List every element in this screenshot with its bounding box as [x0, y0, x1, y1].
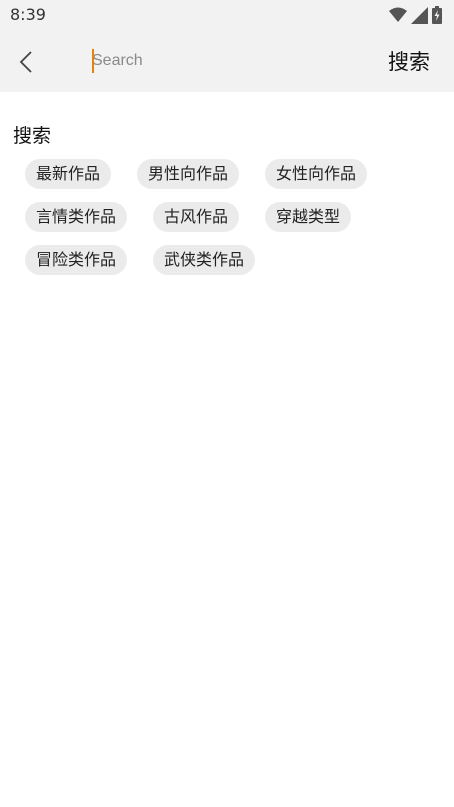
battery-icon	[432, 6, 442, 24]
text-cursor	[92, 49, 94, 73]
status-icons	[389, 6, 442, 24]
search-header: 搜索	[0, 30, 454, 92]
tag-ancient-style[interactable]: 古风作品	[153, 202, 240, 232]
back-button[interactable]	[8, 44, 44, 80]
chevron-left-icon	[19, 51, 32, 73]
wifi-icon	[389, 7, 407, 22]
tag-row: 言情类作品 古风作品 穿越类型	[25, 202, 425, 232]
status-bar: 8:39	[0, 0, 454, 30]
tag-latest-works[interactable]: 最新作品	[25, 159, 112, 189]
tag-martial-arts[interactable]: 武侠类作品	[153, 245, 256, 275]
tag-list: 最新作品 男性向作品 女性向作品 言情类作品 古风作品 穿越类型 冒险类作品 武…	[25, 159, 425, 288]
signal-icon	[411, 6, 428, 24]
tag-time-travel[interactable]: 穿越类型	[265, 202, 352, 232]
tag-row: 最新作品 男性向作品 女性向作品	[25, 159, 425, 189]
tag-row: 冒险类作品 武侠类作品	[25, 245, 425, 275]
search-input[interactable]	[90, 46, 362, 76]
tag-romance[interactable]: 言情类作品	[25, 202, 128, 232]
tag-male-oriented[interactable]: 男性向作品	[137, 159, 240, 189]
search-button[interactable]: 搜索	[388, 46, 430, 76]
section-title: 搜索	[13, 125, 52, 147]
tag-female-oriented[interactable]: 女性向作品	[265, 159, 368, 189]
status-time: 8:39	[10, 5, 46, 24]
tag-adventure[interactable]: 冒险类作品	[25, 245, 128, 275]
